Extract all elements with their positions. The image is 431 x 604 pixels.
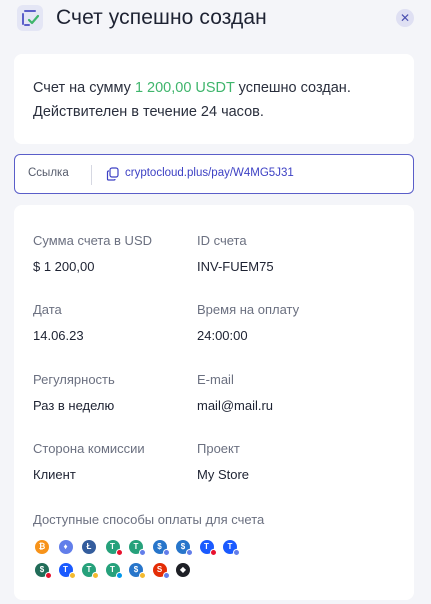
amount-usd-value: $ 1 200,00 bbox=[33, 259, 95, 274]
message-prefix: Счет на сумму bbox=[33, 80, 135, 96]
invoice-id-field: ID счета INV-FUEM75 bbox=[197, 233, 274, 274]
payment-link-url[interactable]: cryptocloud.plus/pay/W4MG5J31 bbox=[125, 167, 294, 179]
regularity-value: Раз в неделю bbox=[33, 398, 115, 413]
commission-label: Сторона комиссии bbox=[33, 441, 145, 456]
network-badge-icon bbox=[45, 572, 52, 579]
success-message-card: Счет на сумму 1 200,00 USDT успешно созд… bbox=[14, 54, 414, 144]
link-label: Ссылка bbox=[28, 167, 69, 179]
regularity-field: Регулярность Раз в неделю bbox=[33, 372, 115, 413]
link-divider bbox=[91, 165, 92, 185]
dialog-header: Счет успешно создан ✕ bbox=[0, 0, 431, 38]
payment-methods-label: Доступные способы оплаты для счета bbox=[33, 512, 265, 527]
usdd-tron-icon: $ bbox=[35, 563, 52, 579]
litecoin-icon: Ł bbox=[82, 540, 96, 554]
invoice-id-label: ID счета bbox=[197, 233, 247, 248]
network-badge-icon bbox=[209, 549, 217, 556]
network-badge-icon bbox=[92, 572, 99, 579]
invoice-id-value: INV-FUEM75 bbox=[197, 259, 274, 274]
usdc-bsc-2-icon: $ bbox=[129, 563, 146, 579]
ethereum-icon: ♦ bbox=[58, 540, 73, 554]
project-label: Проект bbox=[197, 441, 240, 456]
date-label: Дата bbox=[33, 302, 62, 317]
email-field: E-mail mail@mail.ru bbox=[197, 372, 273, 413]
payment-time-field: Время на оплату 24:00:00 bbox=[197, 302, 299, 343]
dialog-title: Счет успешно создан bbox=[56, 6, 267, 29]
commission-field: Сторона комиссии Клиент bbox=[33, 441, 145, 482]
network-badge-icon bbox=[233, 549, 240, 556]
copy-icon[interactable] bbox=[106, 167, 120, 181]
network-badge-icon bbox=[68, 572, 76, 579]
network-badge-icon bbox=[162, 549, 170, 556]
success-message: Счет на сумму 1 200,00 USDT успешно созд… bbox=[33, 76, 373, 124]
email-value: mail@mail.ru bbox=[197, 398, 274, 413]
tusd-bsc-icon: T bbox=[58, 563, 76, 579]
usdt-eth-icon: T bbox=[129, 540, 146, 556]
amount-usd-label: Сумма счета в USD bbox=[33, 233, 152, 248]
usdc-eth-icon: $ bbox=[152, 540, 170, 556]
payment-link-box[interactable]: Ссылка cryptocloud.plus/pay/W4MG5J31 bbox=[14, 154, 414, 194]
payment-time-label: Время на оплату bbox=[197, 302, 300, 317]
network-badge-icon bbox=[139, 549, 146, 556]
network-badge-icon bbox=[115, 572, 123, 579]
usdc-bsc-icon: $ bbox=[176, 540, 193, 556]
message-amount: 1 200,00 USDT bbox=[134, 80, 235, 96]
invoice-details-card: Сумма счета в USD $ 1 200,00 ID счета IN… bbox=[14, 205, 414, 600]
amount-usd-field: Сумма счета в USD $ 1 200,00 bbox=[33, 233, 152, 274]
usdt-ton-icon: T bbox=[105, 563, 123, 579]
tusd-eth-icon: T bbox=[223, 540, 240, 556]
bitcoin-icon: ₿ bbox=[35, 540, 49, 554]
network-badge-icon bbox=[115, 549, 123, 556]
email-label: E-mail bbox=[197, 372, 234, 387]
shib-icon: S bbox=[152, 563, 170, 579]
commission-value: Клиент bbox=[33, 467, 76, 482]
usdt-bsc-icon: T bbox=[82, 563, 99, 579]
close-button[interactable]: ✕ bbox=[396, 9, 414, 27]
usdt-tron-icon: T bbox=[105, 540, 123, 556]
tusd-tron-icon: T bbox=[199, 540, 217, 556]
date-field: Дата 14.06.23 bbox=[33, 302, 84, 343]
close-icon[interactable]: ✕ bbox=[400, 11, 410, 25]
invoice-check-icon bbox=[17, 5, 43, 31]
network-badge-icon bbox=[139, 572, 146, 579]
bnb-icon: ◆ bbox=[176, 563, 190, 577]
payment-time-value: 24:00:00 bbox=[197, 328, 248, 343]
network-badge-icon bbox=[186, 549, 193, 556]
network-badge-icon bbox=[162, 572, 170, 579]
project-field: Проект My Store bbox=[197, 441, 249, 482]
project-value: My Store bbox=[197, 467, 250, 482]
regularity-label: Регулярность bbox=[33, 372, 115, 387]
date-value: 14.06.23 bbox=[33, 328, 84, 343]
